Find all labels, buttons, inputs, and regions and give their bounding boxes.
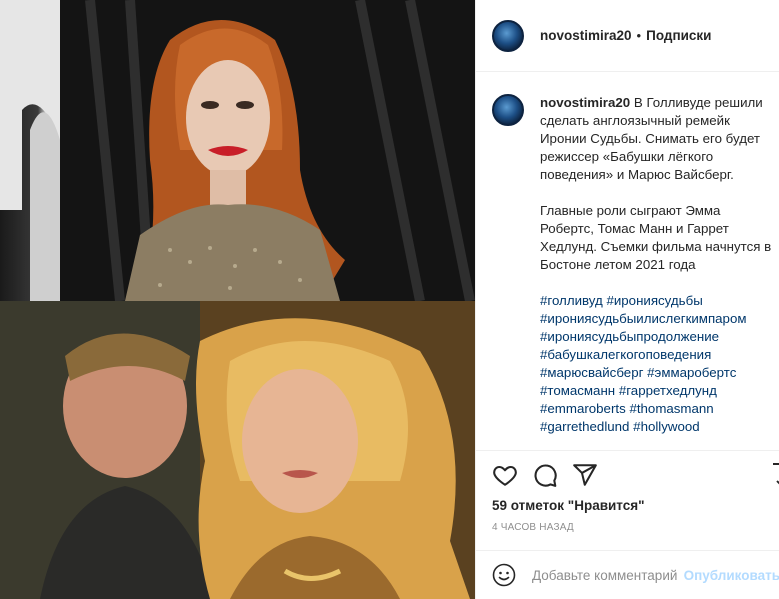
hashtag-link[interactable]: #томасманн xyxy=(540,383,615,398)
caption-username[interactable]: novostimira20 xyxy=(540,95,630,110)
paper-plane-icon[interactable] xyxy=(572,462,598,490)
hashtag-link[interactable]: #emmaroberts xyxy=(540,401,626,416)
avatar[interactable] xyxy=(492,19,524,52)
hashtag-link[interactable]: #ирониясудьбы xyxy=(606,293,702,308)
post-panel: novostimira20 • Подписки novostimira20 В… xyxy=(475,0,779,599)
likes-count[interactable]: 59 отметок "Нравится" xyxy=(492,498,645,513)
hashtag-link[interactable]: #бабушкалегкогоповедения xyxy=(540,347,711,362)
photo-film-still-illustration xyxy=(0,301,475,599)
caption-avatar[interactable] xyxy=(492,94,524,126)
hashtag-link[interactable]: #марюсвайсберг xyxy=(540,365,643,380)
post-comment-button[interactable]: Опубликовать xyxy=(684,568,779,583)
hashtag-list: #голливуд #ирониясудьбы #ирониясудьбыили… xyxy=(540,292,778,436)
hashtag-link[interactable]: #голливуд xyxy=(540,293,603,308)
action-icons xyxy=(492,462,598,490)
caption-text: novostimira20 В Голливуде решили сделать… xyxy=(540,94,778,436)
emoji-icon[interactable] xyxy=(492,563,516,587)
photo-film-still xyxy=(0,301,475,599)
hashtag-link[interactable]: #гарретхедлунд xyxy=(619,383,717,398)
bookmark-icon[interactable] xyxy=(772,462,779,493)
header-username[interactable]: novostimira20 xyxy=(540,28,632,43)
comment-form: Добавьте комментарий... Опубликовать xyxy=(476,550,779,599)
post-timestamp[interactable]: 4 ЧАСОВ НАЗАД xyxy=(492,522,574,533)
photo-red-haired-woman xyxy=(0,0,475,301)
hashtag-link[interactable]: #ирониясудьбыилислегкимпаром xyxy=(540,311,746,326)
hashtag-link[interactable]: #thomasmann xyxy=(629,401,713,416)
hashtag-link[interactable]: #эммаробертс xyxy=(647,365,736,380)
actions-divider xyxy=(476,450,779,451)
caption-paragraph-2: Главные роли сыграют Эмма Робертс, Томас… xyxy=(540,203,772,272)
photo-red-haired-woman-illustration xyxy=(0,0,475,301)
post-caption: novostimira20 В Голливуде решили сделать… xyxy=(492,94,778,436)
header-separator: • xyxy=(636,28,642,43)
following-button[interactable]: Подписки xyxy=(646,28,711,43)
hashtag-link[interactable]: #ирониясудьбыпродолжение xyxy=(540,329,719,344)
hashtag-link[interactable]: #hollywood xyxy=(633,419,700,434)
comment-input[interactable]: Добавьте комментарий... xyxy=(532,568,678,583)
comment-icon[interactable] xyxy=(532,462,558,490)
heart-icon[interactable] xyxy=(492,462,518,490)
hashtag-link[interactable]: #garrethedlund xyxy=(540,419,629,434)
post-media[interactable] xyxy=(0,0,475,599)
post-header: novostimira20 • Подписки xyxy=(476,0,779,72)
